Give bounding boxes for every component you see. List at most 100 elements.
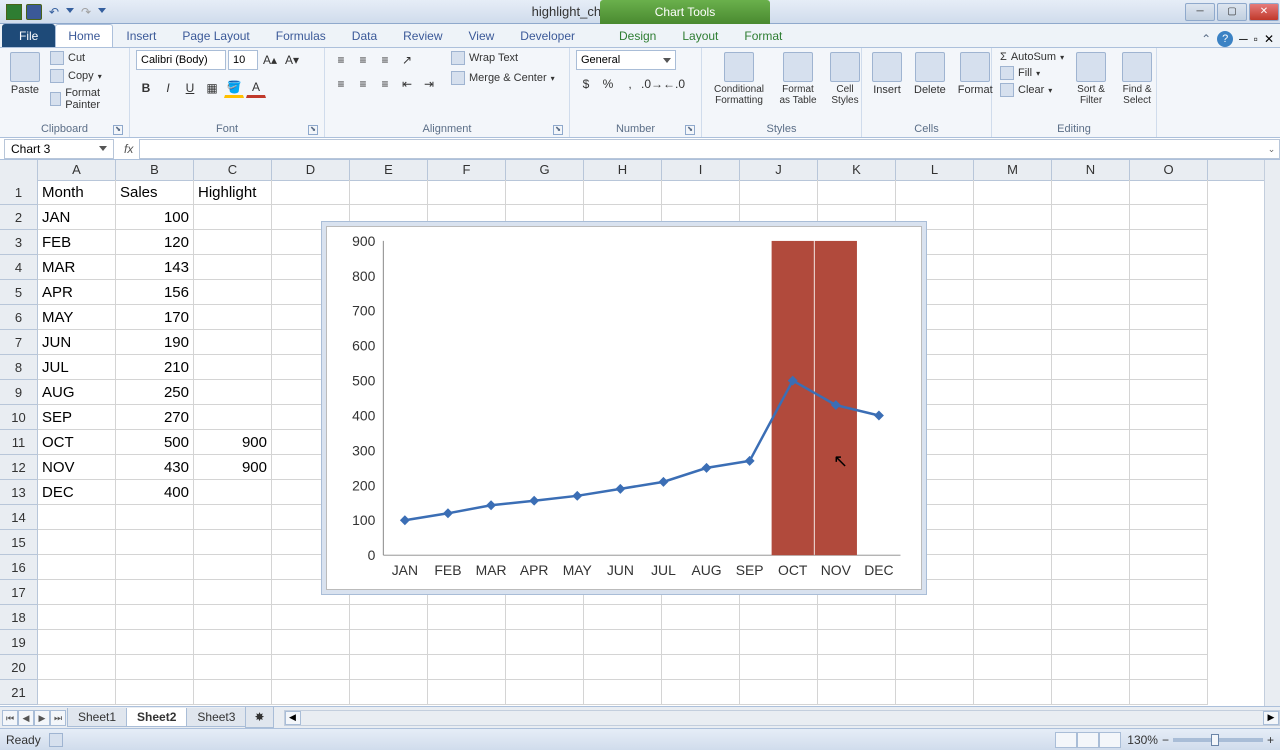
column-header[interactable]: O (1130, 160, 1208, 180)
wrap-text-button[interactable]: Wrap Text (449, 50, 557, 66)
expand-formula-bar-icon[interactable]: ⌄ (1264, 139, 1280, 159)
format-cells-button[interactable]: Format (954, 50, 997, 98)
cell[interactable] (1130, 305, 1208, 330)
macro-recording-icon[interactable] (49, 733, 63, 747)
cell[interactable] (662, 630, 740, 655)
align-top-icon[interactable]: ≡ (331, 50, 351, 70)
cell[interactable] (1052, 530, 1130, 555)
orientation-icon[interactable]: ↗ (397, 50, 417, 70)
cell[interactable] (38, 630, 116, 655)
cell[interactable] (1052, 355, 1130, 380)
cell[interactable] (818, 605, 896, 630)
currency-icon[interactable]: $ (576, 74, 596, 94)
cell[interactable] (194, 230, 272, 255)
align-bottom-icon[interactable]: ≡ (375, 50, 395, 70)
cell[interactable]: 190 (116, 330, 194, 355)
cell[interactable] (1052, 580, 1130, 605)
row-header[interactable]: 9 (0, 380, 38, 405)
cell[interactable] (974, 630, 1052, 655)
cell[interactable]: JUL (38, 355, 116, 380)
cell[interactable]: MAY (38, 305, 116, 330)
cell[interactable] (896, 605, 974, 630)
zoom-level[interactable]: 130% (1127, 733, 1158, 747)
cell[interactable] (584, 605, 662, 630)
cell[interactable] (350, 605, 428, 630)
embedded-chart[interactable]: 0100200300400500600700800900JANFEBMARAPR… (326, 226, 922, 590)
qat-customize-icon[interactable] (98, 8, 106, 16)
cell[interactable] (194, 330, 272, 355)
cell[interactable]: 430 (116, 455, 194, 480)
cell[interactable] (1052, 205, 1130, 230)
cell[interactable]: 250 (116, 380, 194, 405)
cell[interactable] (818, 655, 896, 680)
row-header[interactable]: 3 (0, 230, 38, 255)
tab-layout[interactable]: Layout (669, 24, 731, 47)
cell[interactable] (194, 380, 272, 405)
prev-sheet-icon[interactable]: ◀ (18, 710, 34, 726)
formula-input[interactable] (139, 139, 1264, 159)
font-size-input[interactable] (228, 50, 258, 70)
row-header[interactable]: 21 (0, 680, 38, 705)
page-break-view-icon[interactable] (1099, 732, 1121, 748)
cell[interactable] (1052, 330, 1130, 355)
increase-decimal-icon[interactable]: .0→ (642, 74, 662, 94)
cell[interactable] (974, 330, 1052, 355)
cell[interactable] (974, 230, 1052, 255)
cell[interactable] (1052, 405, 1130, 430)
cell[interactable] (896, 180, 974, 205)
redo-icon[interactable]: ↷ (78, 4, 94, 20)
tab-insert[interactable]: Insert (113, 24, 169, 47)
close-button[interactable]: ✕ (1249, 3, 1279, 21)
tab-file[interactable]: File (2, 24, 55, 47)
cell[interactable] (896, 630, 974, 655)
zoom-out-icon[interactable]: − (1162, 733, 1169, 747)
underline-button[interactable]: U (180, 78, 200, 98)
fill-button[interactable]: Fill▾ (998, 65, 1066, 81)
column-header[interactable]: E (350, 160, 428, 180)
cell[interactable] (194, 605, 272, 630)
cell[interactable] (506, 680, 584, 705)
cell[interactable] (1130, 480, 1208, 505)
namebox-dropdown-icon[interactable] (99, 146, 107, 151)
cell[interactable]: NOV (38, 455, 116, 480)
cell[interactable]: APR (38, 280, 116, 305)
minimize-ribbon-icon[interactable]: ⌃ (1201, 32, 1211, 46)
cell[interactable] (194, 655, 272, 680)
cell[interactable] (1130, 680, 1208, 705)
cell[interactable] (116, 580, 194, 605)
horizontal-scrollbar[interactable]: ◀ ▶ (284, 710, 1280, 726)
workbook-close-icon[interactable]: ✕ (1264, 32, 1274, 46)
cell[interactable] (740, 655, 818, 680)
name-box[interactable]: Chart 3 (4, 139, 114, 159)
page-layout-view-icon[interactable] (1077, 732, 1099, 748)
tab-review[interactable]: Review (390, 24, 455, 47)
row-header[interactable]: 16 (0, 555, 38, 580)
border-button[interactable]: ▦ (202, 78, 222, 98)
cell[interactable]: Sales (116, 180, 194, 205)
cell[interactable] (1052, 280, 1130, 305)
cell[interactable] (1052, 255, 1130, 280)
column-header[interactable]: L (896, 160, 974, 180)
cell[interactable] (38, 530, 116, 555)
conditional-formatting-button[interactable]: Conditional Formatting (708, 50, 770, 108)
clear-button[interactable]: Clear▾ (998, 82, 1066, 98)
row-header[interactable]: 2 (0, 205, 38, 230)
row-header[interactable]: 12 (0, 455, 38, 480)
cell[interactable] (896, 655, 974, 680)
cell[interactable] (428, 605, 506, 630)
row-header[interactable]: 5 (0, 280, 38, 305)
cell[interactable] (38, 655, 116, 680)
cell[interactable] (428, 680, 506, 705)
cell[interactable] (584, 680, 662, 705)
cell[interactable] (974, 655, 1052, 680)
cell[interactable] (974, 605, 1052, 630)
cell[interactable] (194, 255, 272, 280)
cell[interactable] (740, 630, 818, 655)
row-header[interactable]: 19 (0, 630, 38, 655)
tab-developer[interactable]: Developer (507, 24, 588, 47)
cell[interactable] (662, 605, 740, 630)
cell[interactable] (350, 655, 428, 680)
clipboard-launcher-icon[interactable]: ⬊ (113, 125, 123, 135)
row-header[interactable]: 6 (0, 305, 38, 330)
cell[interactable] (1130, 355, 1208, 380)
